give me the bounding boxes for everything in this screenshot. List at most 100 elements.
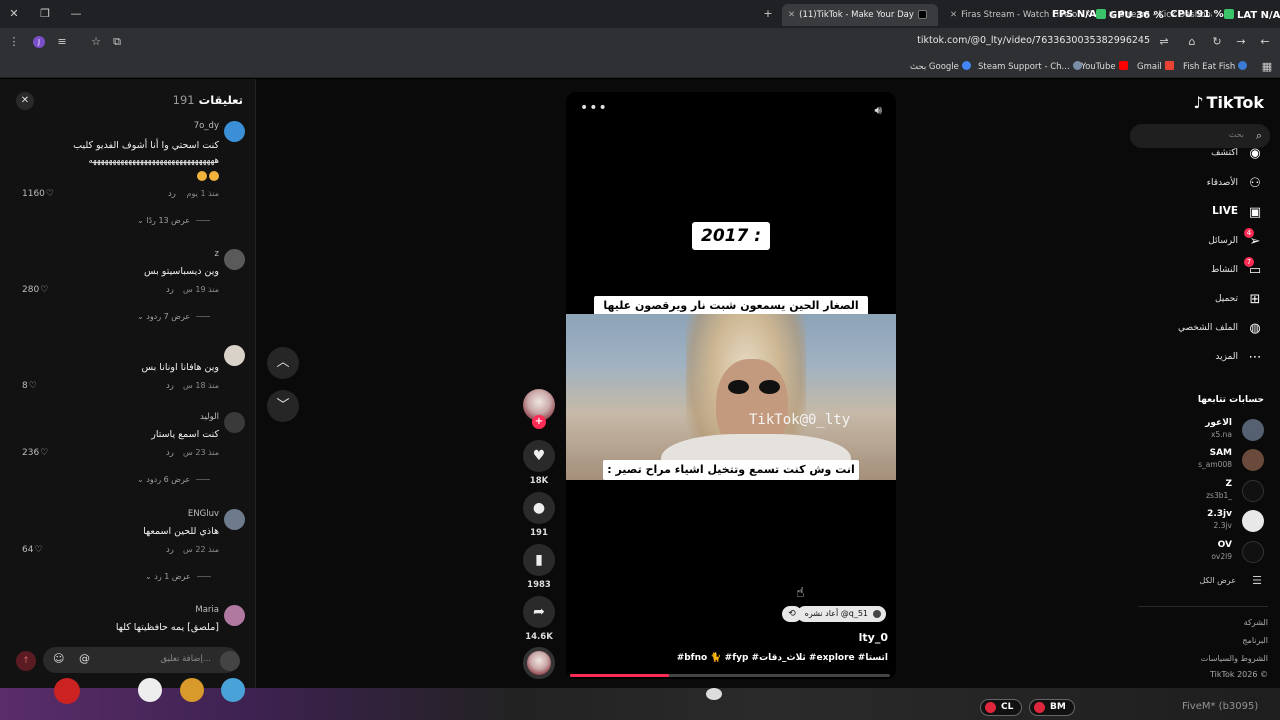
nav-explore[interactable]: اكتشف ◉	[1144, 145, 1264, 163]
close-comments-icon[interactable]: ✕	[16, 92, 34, 110]
footer-terms-link[interactable]: الشروط والسياسات	[1201, 654, 1268, 663]
video-options-icon[interactable]: •••	[580, 100, 608, 116]
search-icon[interactable]: ⌕	[1256, 129, 1262, 143]
reply-button[interactable]: رد	[166, 545, 174, 555]
tiktok-logo[interactable]: ♪ TikTok	[1193, 93, 1264, 112]
reply-button[interactable]: رد	[168, 189, 176, 199]
comment-likes[interactable]: 64♡	[22, 545, 43, 555]
following-account[interactable]: OV ov2l9	[1144, 539, 1264, 565]
comment-likes[interactable]: 8♡	[22, 381, 37, 391]
comment-button[interactable]: ●	[523, 492, 555, 524]
following-account[interactable]: 2.3jv 2.3jv	[1144, 508, 1264, 534]
following-account[interactable]: الاعور x5.na	[1144, 417, 1264, 443]
comments-title: تعليقات 191	[172, 93, 243, 107]
avatar[interactable]	[224, 121, 245, 142]
comment-username[interactable]: z	[215, 249, 219, 259]
nav-profile[interactable]: الملف الشخصي ◍	[1144, 320, 1264, 338]
video-progress-bar[interactable]	[570, 674, 890, 677]
repost-avatar	[873, 610, 881, 618]
nav-upload[interactable]: تحميل ⊞	[1144, 291, 1264, 309]
send-comment-button[interactable]: ↑	[16, 651, 36, 671]
reload-icon[interactable]: ↻	[1209, 34, 1225, 50]
bookmark-youtube[interactable]: YouTube	[1081, 61, 1128, 72]
comment-username[interactable]: ENGluv	[188, 509, 219, 519]
next-video-button[interactable]: ﹀	[267, 390, 299, 422]
profile-avatar[interactable]: J	[33, 36, 45, 48]
view-replies-button[interactable]: ⌄ عرض 7 ردود	[137, 312, 211, 321]
close-tab-icon[interactable]: ✕	[788, 4, 795, 26]
comment-username[interactable]: 7o_dy	[194, 121, 219, 131]
view-replies-button[interactable]: ⌄ عرض 1 رد	[145, 572, 211, 581]
menu-dots-icon[interactable]: ⋮	[6, 34, 22, 50]
music-disc-icon[interactable]	[523, 647, 555, 679]
follow-plus-icon[interactable]: +	[532, 415, 546, 429]
share-arrow-icon: ➦	[533, 604, 545, 620]
repost-label[interactable]: q_51@ أعاد نشره	[796, 606, 886, 622]
site-settings-icon[interactable]: ⇌	[1156, 34, 1172, 50]
footer-company-link[interactable]: الشركة	[1244, 618, 1268, 627]
bookmark-icon: ▮	[535, 552, 543, 568]
comment-text: كنت اسمع ياستار	[151, 429, 219, 440]
reading-list-icon[interactable]: ≡	[54, 34, 70, 50]
save-button[interactable]: ▮	[523, 544, 555, 576]
reply-button[interactable]: رد	[166, 381, 174, 391]
forward-icon[interactable]: →	[1233, 34, 1249, 50]
like-count: 18K	[529, 476, 549, 486]
comment-likes[interactable]: 236♡	[22, 448, 48, 458]
star-bookmark-icon[interactable]: ☆	[88, 34, 104, 50]
heart-outline-icon: ♡	[34, 545, 43, 555]
at-mention-icon[interactable]: @	[79, 652, 90, 665]
record-dot-icon	[1034, 702, 1045, 713]
video-description[interactable]: #bfno 🐈 #fyp #ثلاث_دقات #explore #اتستا	[677, 653, 888, 663]
bookmark-fish-eat-fish[interactable]: Fish Eat Fish	[1183, 61, 1248, 72]
minimize-window-icon[interactable]: —	[68, 6, 84, 22]
view-replies-button[interactable]: ⌄ عرض 13 ردًا	[137, 216, 211, 225]
restore-window-icon[interactable]: ❐	[37, 6, 53, 22]
comment-username[interactable]: الوليد	[200, 412, 219, 422]
volume-icon[interactable]: 🔊︎	[874, 103, 882, 118]
nav-friends[interactable]: الأصدقاء ⚇	[1144, 175, 1264, 193]
bookmark-google[interactable]: بحث Google	[910, 61, 971, 72]
comment-username[interactable]: Maria	[195, 605, 219, 615]
previous-video-button[interactable]: ︿	[267, 347, 299, 379]
comment-likes[interactable]: 1160♡	[22, 189, 54, 199]
reply-button[interactable]: رد	[166, 448, 174, 458]
nav-activity[interactable]: النشاط ▭ 7	[1144, 257, 1264, 280]
url-field[interactable]: tiktok.com/@0_lty/video/7633630035382996…	[917, 35, 1150, 46]
see-all-button[interactable]: عرض الكل ☰	[1164, 574, 1264, 589]
close-tab-icon[interactable]: ✕	[950, 4, 957, 26]
live-icon: ▣	[1248, 205, 1262, 220]
video-player[interactable]: ••• 🔊︎ 2017 : الصغار الحين يسمعون شبت نا…	[566, 92, 896, 679]
back-icon[interactable]: ←	[1257, 34, 1273, 50]
following-account[interactable]: Zzs3b1_	[1144, 478, 1264, 504]
emoji-icon[interactable]: ☺	[53, 652, 64, 665]
view-replies-button[interactable]: ⌄ عرض 6 ردود	[137, 475, 211, 484]
share-button[interactable]: ➦	[523, 596, 555, 628]
all-bookmarks-icon[interactable]: ▦	[1259, 59, 1275, 75]
close-window-icon[interactable]: ✕	[6, 6, 22, 22]
nav-more[interactable]: المزيد ⋯	[1144, 349, 1264, 367]
home-icon[interactable]: ⌂	[1184, 34, 1200, 50]
avatar[interactable]	[224, 412, 245, 433]
comment-likes[interactable]: 280♡	[22, 285, 48, 295]
bookmark-steam[interactable]: Steam Support - Ch...	[978, 61, 1082, 72]
avatar[interactable]	[224, 249, 245, 270]
avatar[interactable]	[224, 345, 245, 366]
bookmark-gmail[interactable]: Gmail	[1137, 61, 1174, 72]
footer-program-link[interactable]: البرنامج	[1242, 636, 1268, 645]
like-button[interactable]: ♥	[523, 440, 555, 472]
google-icon	[961, 61, 971, 70]
video-author[interactable]: lty_0	[859, 631, 888, 644]
reply-button[interactable]: رد	[166, 285, 174, 295]
install-app-icon[interactable]: ⧉	[109, 34, 125, 50]
tab-tiktok[interactable]: ✕ (11)TikTok - Make Your Day	[782, 4, 938, 26]
nav-live[interactable]: LIVE ▣	[1144, 204, 1264, 222]
more-icon: ⋯	[1248, 350, 1262, 365]
avatar[interactable]	[224, 605, 245, 626]
new-tab-icon[interactable]: +	[760, 6, 776, 22]
comment-item: الوليد كنت اسمع ياستار منذ 23 س رد 236♡ …	[0, 412, 256, 492]
avatar[interactable]	[224, 509, 245, 530]
comment-input[interactable]: @ ☺ إضافة تعليق...	[43, 647, 239, 673]
nav-messages[interactable]: الرسائل ➢ 4	[1144, 228, 1264, 251]
following-account[interactable]: SAM s_am008	[1144, 447, 1264, 473]
